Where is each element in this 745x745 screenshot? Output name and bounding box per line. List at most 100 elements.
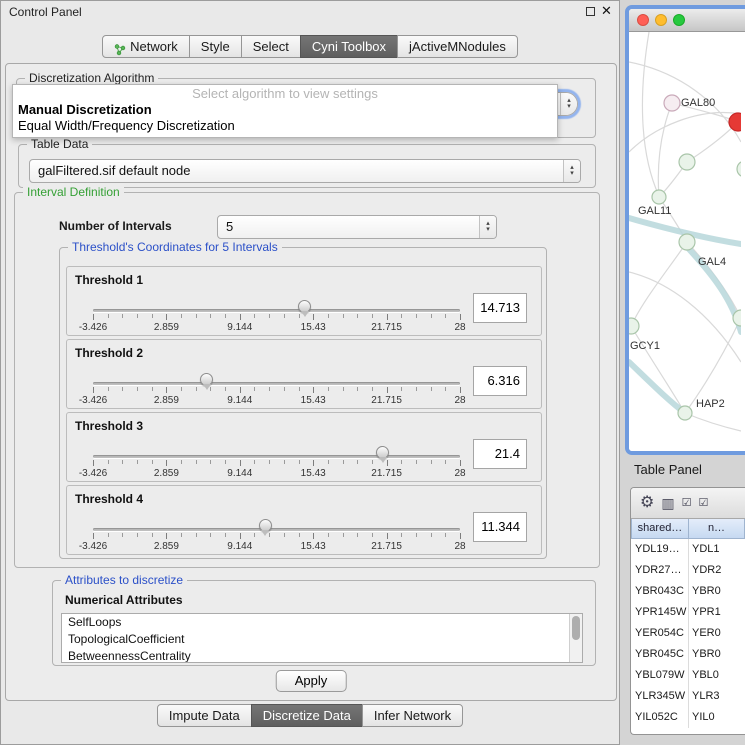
network-node[interactable] [729,113,741,131]
tab-impute-data[interactable]: Impute Data [157,704,252,727]
slider-tick [357,387,358,391]
slider-tick [372,387,373,391]
threshold-value-field[interactable]: 6.316 [473,366,527,396]
slider-tick-label: 9.144 [227,541,252,552]
slider-track[interactable] [93,382,460,385]
slider-tick [284,314,285,318]
numerical-attributes-label: Numerical Attributes [65,593,183,607]
table-row[interactable]: YDR27…YDR2 [631,560,745,581]
slider-tick-label: 15.43 [301,541,326,552]
threshold-value-field[interactable]: 11.344 [473,512,527,542]
tab-jactivemnodules[interactable]: jActiveMNodules [397,35,518,58]
network-node[interactable] [679,154,695,170]
tab-infer-network[interactable]: Infer Network [362,704,463,727]
select-edges-checkbox-icon[interactable]: ☑ [698,498,708,509]
cell-name: YER0 [689,623,745,644]
slider-tick [343,387,344,391]
tab-network[interactable]: Network [102,35,190,58]
slider-tick [387,533,388,539]
slider-thumb[interactable] [259,519,272,532]
threshold-value-field[interactable]: 14.713 [473,293,527,323]
slider-tick [460,460,461,466]
algorithm-option-equal-width-frequency-discretization[interactable]: Equal Width/Frequency Discretization [13,118,557,134]
list-item-selfloops[interactable]: SelfLoops [62,614,582,631]
network-edge[interactable] [687,122,738,162]
network-node[interactable] [737,161,741,177]
table-row[interactable]: YBR043CYBR0 [631,581,745,602]
network-node[interactable] [652,190,666,204]
slider-tick [225,533,226,537]
network-edge[interactable] [631,242,687,326]
slider-tick [313,533,314,539]
minimize-button[interactable] [655,14,667,26]
network-view-window: GAL80GAL11GAL4GCY1HAP2 [625,5,745,455]
slider-tick [196,533,197,537]
columns-icon[interactable]: ▥ [661,496,674,510]
slider-tick [254,533,255,537]
slider-tick [431,387,432,391]
network-node[interactable] [629,318,639,334]
algorithm-option-manual-discretization[interactable]: Manual Discretization [13,102,557,118]
slider-track[interactable] [93,528,460,531]
slider-tick [166,314,167,320]
slider-tick [343,314,344,318]
table-data-select[interactable]: galFiltered.sif default node ▴▾ [29,159,581,183]
cell-shared-name: YBL079W [631,665,689,686]
table-row[interactable]: YLR345WYLR3 [631,686,745,707]
network-edge[interactable] [629,113,741,152]
zoom-button[interactable] [673,14,685,26]
num-intervals-select[interactable]: 5 ▴▾ [217,215,497,239]
tab-label: Discretize Data [263,705,351,726]
slider-tick [328,314,329,318]
gear-icon[interactable]: ⚙ [640,495,654,511]
cell-shared-name: YDL19… [631,539,689,560]
slider-tick [416,533,417,537]
list-item-topologicalcoefficient[interactable]: TopologicalCoefficient [62,631,582,648]
slider-track[interactable] [93,309,460,312]
slider-tick [401,533,402,537]
network-edge[interactable] [642,32,659,196]
threshold-box-4: Threshold 4-3.4262.8599.14415.4321.71528… [66,485,542,555]
slider-tick [299,387,300,391]
network-canvas[interactable]: GAL80GAL11GAL4GCY1HAP2 [629,32,741,451]
cell-shared-name: YLR345W [631,686,689,707]
network-window-titlebar[interactable] [629,9,745,32]
network-node[interactable] [664,95,680,111]
close-icon[interactable]: ✕ [601,3,612,19]
network-edge[interactable] [685,413,741,431]
table-row[interactable]: YER054CYER0 [631,623,745,644]
tab-cyni-toolbox[interactable]: Cyni Toolbox [300,35,398,58]
table-row[interactable]: YBR045CYBR0 [631,644,745,665]
column-header-shared-name[interactable]: shared… [631,519,689,539]
column-header-name[interactable]: n… [689,519,745,539]
cell-name: YPR1 [689,602,745,623]
tab-style[interactable]: Style [189,35,242,58]
select-nodes-checkbox-icon[interactable]: ☑ [682,498,692,509]
network-node[interactable] [678,406,692,420]
slider-tick [122,533,123,537]
table-row[interactable]: YDL19…YDL1 [631,539,745,560]
control-panel-titlebar[interactable]: Control Panel ✕ [1,1,619,23]
apply-button[interactable]: Apply [276,670,347,692]
table-row[interactable]: YBL079WYBL0 [631,665,745,686]
numerical-attributes-list[interactable]: SelfLoopsTopologicalCoefficientBetweenne… [61,613,583,663]
threshold-value-field[interactable]: 21.4 [473,439,527,469]
table-panel-window: ⚙ ▥ ☑ ☑ shared… n… YDL19…YDL1YDR27…YDR2Y… [630,487,745,735]
threshold-box-3: Threshold 3-3.4262.8599.14415.4321.71528… [66,412,542,482]
close-button[interactable] [637,14,649,26]
list-item-betweennesscentrality[interactable]: BetweennessCentrality [62,648,582,663]
slider-tick [108,314,109,318]
network-node[interactable] [679,234,695,250]
slider-tick [284,460,285,464]
table-row[interactable]: YIL052CYIL0 [631,707,745,728]
network-edge[interactable] [658,103,672,197]
tab-select[interactable]: Select [241,35,301,58]
float-window-icon[interactable] [586,7,595,16]
slider-tick [299,460,300,464]
scrollbar-thumb[interactable] [572,616,580,640]
tab-discretize-data[interactable]: Discretize Data [251,704,363,727]
network-edge-highlighted[interactable] [629,362,685,413]
table-row[interactable]: YPR145WYPR1 [631,602,745,623]
slider-track[interactable] [93,455,460,458]
list-scrollbar[interactable] [569,614,582,662]
